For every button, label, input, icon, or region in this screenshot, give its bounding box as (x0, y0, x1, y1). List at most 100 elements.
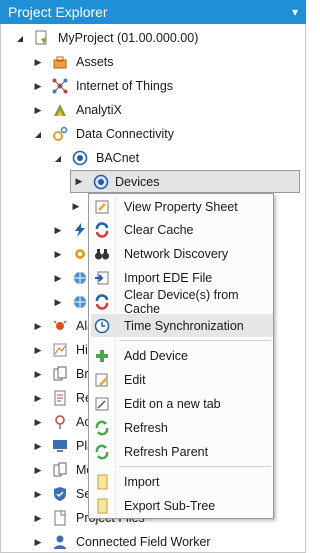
refresh-icon (94, 420, 110, 436)
menu-item-label: Edit (124, 372, 146, 387)
project-icon (34, 30, 50, 46)
binoculars-icon (94, 246, 110, 262)
tree-item-label: Devices (115, 174, 160, 189)
menu-item-clear-device-cache[interactable]: Clear Device(s) from Cache (91, 288, 273, 316)
tree-item-analytix[interactable]: ▶ AnalytiX (32, 98, 122, 122)
menu-item-label: Refresh (124, 420, 168, 435)
menu-item-time-sync[interactable]: Time Synchronization (91, 314, 273, 337)
expand-arrow-icon[interactable]: ▶ (32, 104, 44, 116)
menu-separator (119, 466, 271, 467)
tree-item-alarms[interactable]: ▶ Ala (32, 314, 95, 338)
menu-item-network-discovery[interactable]: Network Discovery (91, 242, 273, 265)
bacnet-device-icon (93, 174, 109, 190)
tree-item-label: Assets (76, 55, 114, 69)
expand-arrow-icon[interactable]: ▶ (32, 440, 44, 452)
collapse-arrow-icon[interactable]: ◢ (52, 152, 64, 164)
analytix-icon (52, 102, 68, 118)
import-icon (94, 474, 110, 490)
alarm-icon (52, 318, 68, 334)
tree-item-label: Connected Field Worker (76, 535, 211, 549)
expand-arrow-icon[interactable]: ▶ (52, 272, 64, 284)
expand-arrow-icon[interactable]: ▶ (32, 416, 44, 428)
menu-item-view-property-sheet[interactable]: View Property Sheet (91, 195, 273, 218)
expand-arrow-icon[interactable]: ▶ (73, 176, 85, 188)
expand-arrow-icon[interactable]: ▶ (52, 296, 64, 308)
menu-item-label: Add Device (124, 348, 188, 363)
menu-item-edit-new-tab[interactable]: Edit on a new tab (91, 392, 273, 415)
expand-arrow-icon[interactable]: ▶ (32, 536, 44, 548)
tree-item-label: MyProject (01.00.000.00) (58, 31, 199, 45)
tree-item-data-connectivity[interactable]: ◢ Data Connectivity (32, 122, 174, 146)
clear-device-cache-icon (94, 293, 110, 310)
shield-icon (52, 486, 68, 502)
menu-item-label: Import EDE File (124, 270, 213, 285)
panel-options-icon[interactable]: ▾ (284, 5, 306, 19)
menu-item-refresh-parent[interactable]: Refresh Parent (91, 440, 273, 463)
tree-item-ac[interactable]: ▶ Ac (32, 410, 91, 434)
menu-item-export-subtree[interactable]: Export Sub-Tree (91, 494, 273, 517)
tree-item-reports[interactable]: ▶ Re (32, 386, 92, 410)
menu-item-import-ede[interactable]: Import EDE File (91, 266, 273, 289)
files-icon (52, 510, 68, 526)
bacnet-icon (72, 150, 88, 166)
tree-item-mobile[interactable]: ▶ Mo (32, 458, 93, 482)
edit-new-tab-icon (94, 396, 110, 412)
ac-icon (52, 414, 68, 430)
expand-arrow-icon[interactable]: ▶ (32, 344, 44, 356)
tree-item-historian[interactable]: ▶ His (32, 338, 95, 362)
tree-item-bridging[interactable]: ▶ Bri (32, 362, 91, 386)
worker-icon (52, 534, 68, 550)
expand-arrow-icon[interactable]: ▶ (32, 512, 44, 524)
expand-arrow-icon[interactable]: ▶ (32, 488, 44, 500)
menu-item-label: Refresh Parent (124, 444, 209, 459)
expand-arrow-icon[interactable]: ▶ (32, 464, 44, 476)
clear-cache-icon (94, 221, 110, 238)
gears-icon (52, 126, 68, 142)
collapse-arrow-icon[interactable]: ◢ (14, 32, 26, 44)
property-sheet-icon (94, 199, 110, 215)
expand-arrow-icon[interactable]: ▶ (32, 320, 44, 332)
import-file-icon (94, 270, 110, 286)
tree-item-label: Data Connectivity (76, 127, 174, 141)
menu-item-add-device[interactable]: Add Device (91, 344, 273, 367)
menu-item-label: Network Discovery (124, 246, 229, 261)
tree-item-devices[interactable]: ▶ Devices (70, 170, 300, 193)
tree-item-assets[interactable]: ▶ Assets (32, 50, 114, 74)
context-menu: View Property Sheet Clear Cache Network … (88, 193, 274, 519)
bridging-icon (52, 366, 68, 382)
tree-item-bacnet[interactable]: ◢ BACnet (52, 146, 139, 170)
expand-arrow-icon[interactable]: ▶ (52, 248, 64, 260)
menu-item-import[interactable]: Import (91, 470, 273, 493)
globe-icon (72, 294, 88, 310)
globe-icon (72, 270, 88, 286)
tree-item-hidden-1[interactable]: ▶ (70, 194, 90, 218)
historian-icon (52, 342, 68, 358)
expand-arrow-icon[interactable]: ▶ (32, 368, 44, 380)
menu-item-clear-cache[interactable]: Clear Cache (91, 218, 273, 241)
collapse-arrow-icon[interactable]: ◢ (32, 128, 44, 140)
tree-item-root[interactable]: ◢ MyProject (01.00.000.00) (14, 26, 198, 50)
reports-icon (52, 390, 68, 406)
menu-item-edit[interactable]: Edit (91, 368, 273, 391)
plus-icon (94, 348, 110, 364)
menu-item-refresh[interactable]: Refresh (91, 416, 273, 439)
tree-item-label: AnalytiX (76, 103, 122, 117)
menu-item-label: Clear Cache (124, 222, 194, 237)
menu-item-label: Time Synchronization (124, 318, 244, 333)
tree-item-label: Internet of Things (76, 79, 174, 93)
monitor-icon (52, 438, 68, 454)
lightning-icon (72, 222, 88, 238)
tree-item-platform[interactable]: ▶ Pla (32, 434, 95, 458)
tree-item-cfw[interactable]: ▶ Connected Field Worker (32, 530, 211, 553)
edit-icon (94, 372, 110, 388)
menu-item-label: Export Sub-Tree (124, 498, 216, 513)
refresh-parent-icon (94, 444, 110, 460)
tree-item-iot[interactable]: ▶ Internet of Things (32, 74, 173, 98)
expand-arrow-icon[interactable]: ▶ (52, 224, 64, 236)
expand-arrow-icon[interactable]: ▶ (70, 200, 82, 212)
clock-icon (94, 318, 110, 334)
menu-item-label: Import (124, 474, 160, 489)
expand-arrow-icon[interactable]: ▶ (32, 80, 44, 92)
expand-arrow-icon[interactable]: ▶ (32, 392, 44, 404)
expand-arrow-icon[interactable]: ▶ (32, 56, 44, 68)
